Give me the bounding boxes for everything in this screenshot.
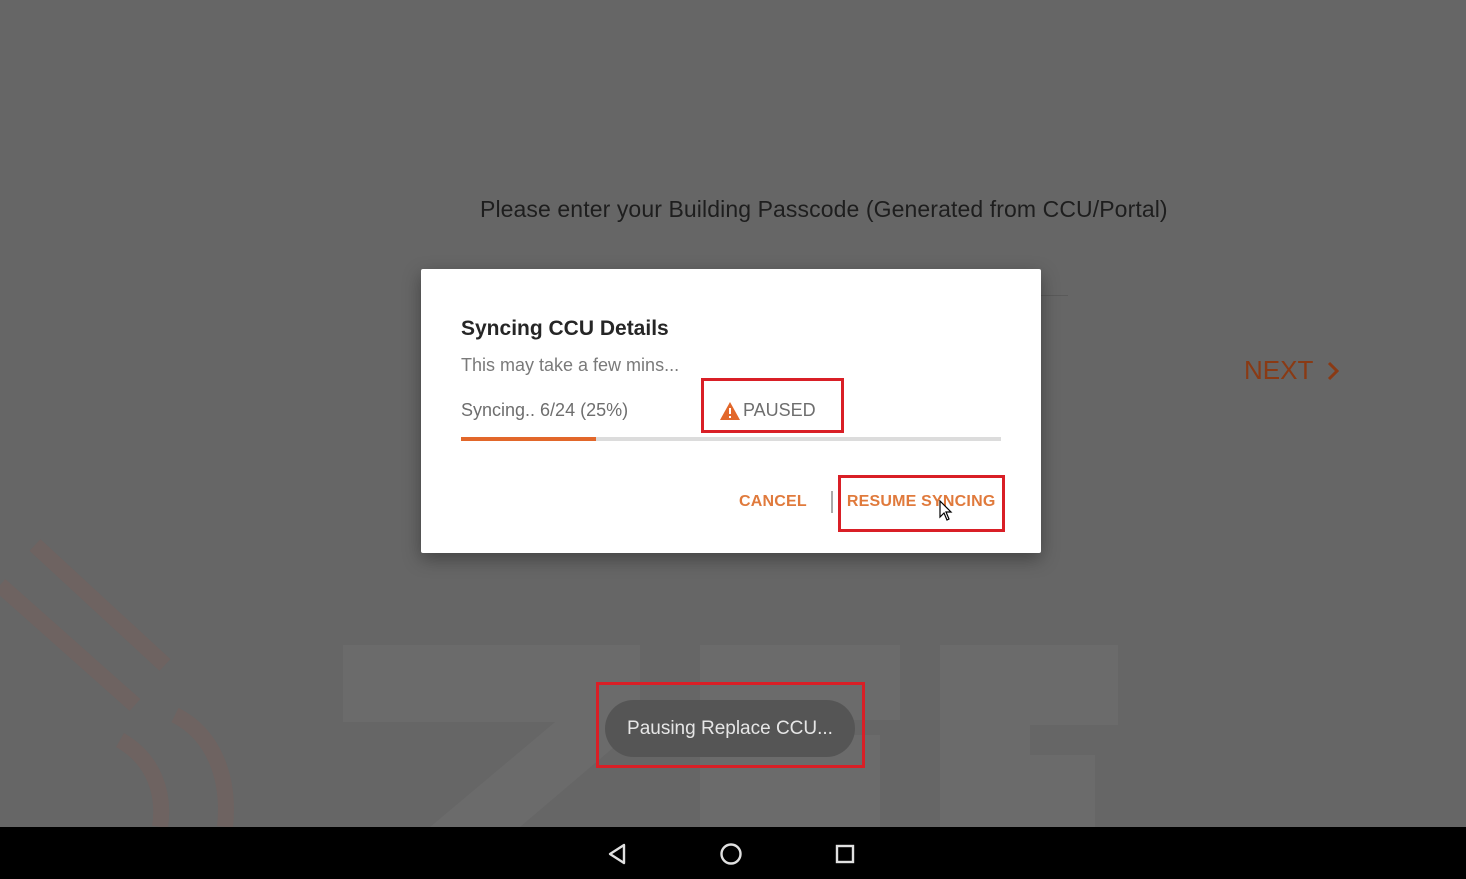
back-button[interactable] [604, 841, 630, 867]
sync-progress-fill [461, 437, 596, 441]
passcode-prompt: Please enter your Building Passcode (Gen… [480, 196, 1168, 222]
paused-indicator: PAUSED [719, 400, 816, 421]
cancel-button[interactable]: CANCEL [739, 493, 807, 511]
recents-icon [835, 844, 855, 864]
sync-progress-bar [461, 437, 1001, 441]
toast-message: Pausing Replace CCU... [605, 700, 855, 757]
home-button[interactable] [718, 841, 744, 867]
home-icon [720, 843, 742, 865]
paused-label: PAUSED [743, 400, 816, 420]
back-icon [608, 843, 626, 865]
resume-syncing-button[interactable]: RESUME SYNCING [847, 493, 996, 511]
next-label: NEXT [1244, 355, 1314, 385]
android-nav-bar [0, 827, 1466, 879]
app-screen: Please enter your Building Passcode (Gen… [0, 0, 1466, 827]
passcode-input-underline[interactable] [1040, 295, 1068, 296]
button-divider [830, 491, 833, 513]
dialog-title: Syncing CCU Details [461, 317, 669, 340]
dialog-actions: CANCEL RESUME SYNCING [739, 491, 995, 513]
dialog-subtitle: This may take a few mins... [461, 355, 680, 375]
chevron-right-icon [1328, 361, 1340, 380]
next-button[interactable]: NEXT [1244, 355, 1340, 386]
sync-status: Syncing.. 6/24 (25%) [461, 400, 629, 420]
recents-button[interactable] [832, 841, 858, 867]
mouse-cursor-icon [939, 500, 953, 521]
warning-icon [720, 401, 740, 420]
